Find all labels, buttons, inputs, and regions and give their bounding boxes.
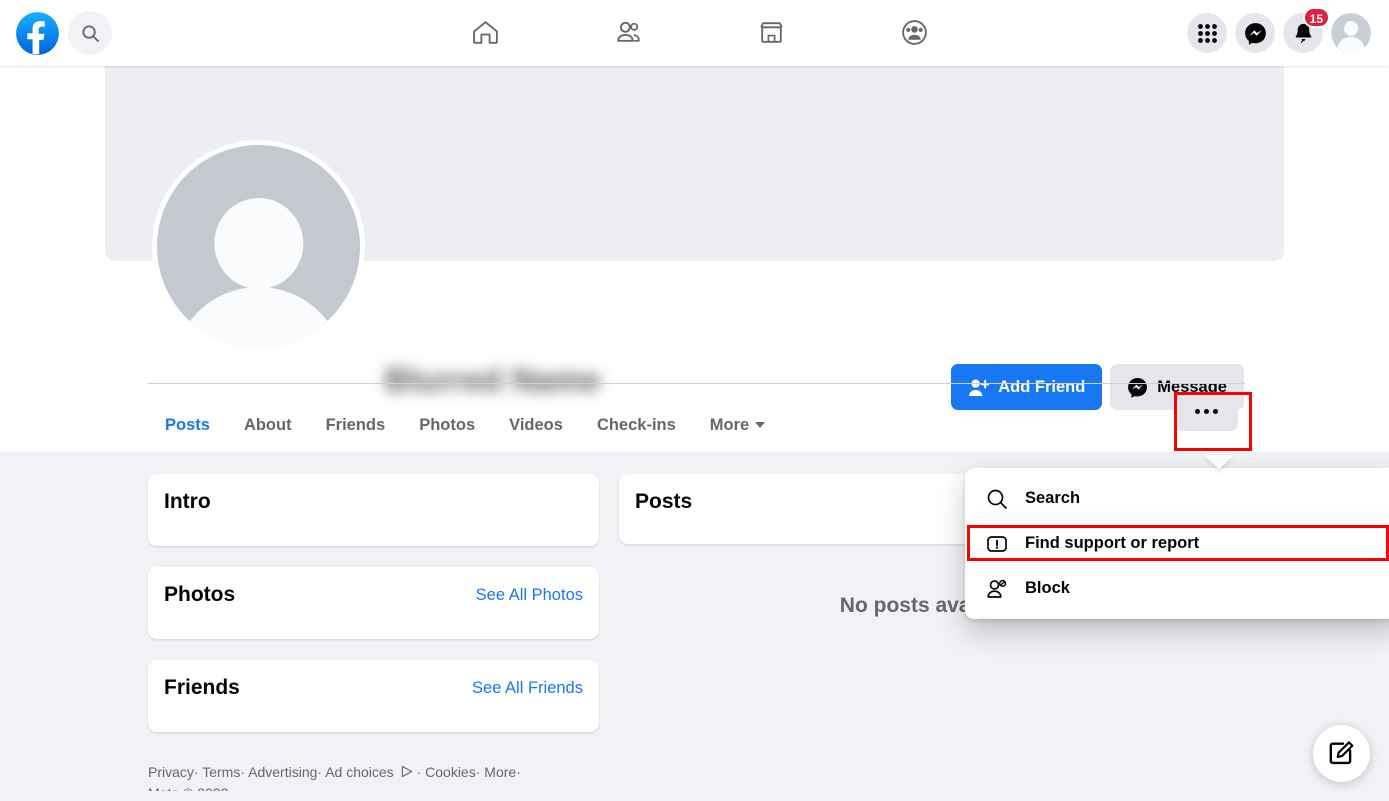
topbar-left-group — [16, 0, 112, 66]
footer-sep: · — [193, 764, 199, 780]
intro-card-title: Intro — [164, 490, 211, 513]
avatar-head-shape — [213, 197, 304, 290]
avatar-body-shape — [171, 287, 346, 348]
footer-link-privacy[interactable]: Privacy — [148, 764, 194, 780]
facebook-logo-icon[interactable] — [16, 11, 59, 55]
messenger-icon — [1128, 377, 1148, 398]
menu-item-search[interactable]: Search — [973, 476, 1389, 521]
friends-card: Friends See All Friends — [148, 660, 599, 732]
friends-card-title: Friends — [164, 676, 240, 699]
profile-picture[interactable] — [152, 140, 365, 353]
footer-link-terms[interactable]: Terms — [202, 764, 240, 780]
add-person-icon — [969, 379, 990, 396]
see-all-friends-link[interactable]: See All Friends — [472, 679, 583, 698]
left-sidebar-column: Intro Photos See All Photos Friends See … — [148, 474, 599, 753]
more-options-wrap — [1175, 392, 1238, 431]
top-navigation-bar: 15 — [0, 0, 1389, 66]
menu-item-search-label: Search — [1025, 489, 1081, 507]
chevron-down-icon — [755, 422, 766, 428]
tab-checkins[interactable]: Check-ins — [580, 395, 693, 455]
tab-more-label: More — [709, 415, 750, 434]
ellipsis-icon — [1213, 409, 1218, 414]
tab-more[interactable]: More — [693, 395, 782, 455]
add-friend-button[interactable]: Add Friend — [951, 364, 1103, 410]
footer-link-ad-choices[interactable]: Ad choices — [325, 764, 393, 780]
nav-tab-friends[interactable] — [573, 4, 683, 60]
menu-item-block-label: Block — [1025, 579, 1070, 597]
footer-sep: · — [416, 764, 422, 780]
default-profile-picture-icon — [157, 145, 360, 348]
nav-tab-groups[interactable] — [860, 4, 970, 60]
tab-videos-label: Videos — [509, 415, 563, 434]
footer-sep: · — [516, 764, 521, 780]
intro-card-head: Intro — [164, 490, 583, 514]
tab-posts-label: Posts — [165, 415, 210, 434]
nav-tab-home[interactable] — [430, 4, 540, 60]
footer-sep: · — [475, 764, 481, 780]
compose-message-button[interactable] — [1313, 725, 1370, 782]
ad-choices-icon — [401, 765, 412, 778]
marketplace-icon — [760, 21, 783, 43]
footer-link-cookies[interactable]: Cookies — [425, 764, 476, 780]
footer-link-advertising[interactable]: Advertising — [248, 764, 317, 780]
groups-icon — [902, 19, 928, 45]
tab-checkins-label: Check-ins — [596, 415, 676, 434]
account-avatar[interactable] — [1331, 13, 1371, 53]
tab-friends-label: Friends — [325, 415, 386, 434]
topbar-right-group: 15 — [1187, 0, 1371, 66]
profile-divider — [148, 383, 1245, 384]
search-icon — [987, 489, 1007, 509]
tab-photos[interactable]: Photos — [402, 395, 492, 455]
search-icon — [81, 24, 99, 42]
photos-card-head: Photos See All Photos — [164, 583, 583, 607]
menu-item-block[interactable]: Block — [973, 566, 1389, 611]
nav-tab-marketplace[interactable] — [717, 4, 827, 60]
menu-grid-icon — [1197, 23, 1217, 43]
photos-card: Photos See All Photos — [148, 567, 599, 639]
profile-name: Blurred Name — [385, 362, 601, 398]
tab-videos[interactable]: Videos — [492, 395, 580, 455]
tab-about-label: About — [243, 415, 292, 434]
messenger-button[interactable] — [1235, 13, 1275, 53]
footer-sep: · — [317, 764, 323, 780]
messenger-icon — [1244, 22, 1266, 45]
tab-friends[interactable]: Friends — [309, 395, 403, 455]
more-options-dropdown: Search Find support or report Block — [965, 468, 1389, 619]
more-options-button[interactable] — [1175, 392, 1238, 431]
search-input[interactable] — [68, 11, 112, 55]
block-person-icon — [987, 579, 1007, 598]
add-friend-label: Add Friend — [998, 377, 1086, 396]
dropdown-pointer-triangle — [1204, 455, 1234, 469]
friends-card-head: Friends See All Friends — [164, 676, 583, 700]
ellipsis-icon — [1204, 409, 1209, 414]
bottom-strip — [0, 791, 1389, 801]
see-all-photos-link[interactable]: See All Photos — [476, 586, 583, 605]
intro-card: Intro — [148, 474, 599, 546]
tab-photos-label: Photos — [419, 415, 476, 434]
compose-pencil-icon — [1329, 741, 1354, 765]
tab-posts[interactable]: Posts — [148, 395, 227, 455]
friends-icon — [617, 21, 640, 42]
topbar-nav-tabs — [430, 0, 970, 64]
profile-tab-strip: Posts About Friends Photos Videos Check-… — [148, 395, 782, 455]
home-icon — [472, 20, 498, 44]
notifications-badge: 15 — [1302, 7, 1330, 28]
footer-link-more[interactable]: More — [484, 764, 516, 780]
report-icon — [987, 535, 1007, 552]
facebook-profile-page: 15 Blurred Name Add Friend Message Posts… — [0, 0, 1389, 801]
tab-about[interactable]: About — [227, 395, 309, 455]
footer-sep: · — [240, 764, 246, 780]
notifications-button[interactable]: 15 — [1283, 7, 1330, 53]
menu-item-find-support-or-report[interactable]: Find support or report — [973, 521, 1389, 566]
photos-card-title: Photos — [164, 583, 236, 606]
menu-grid-button[interactable] — [1187, 13, 1227, 53]
account-avatar-icon — [1331, 13, 1371, 53]
ellipsis-icon — [1195, 409, 1200, 414]
menu-item-find-support-label: Find support or report — [1025, 534, 1200, 552]
